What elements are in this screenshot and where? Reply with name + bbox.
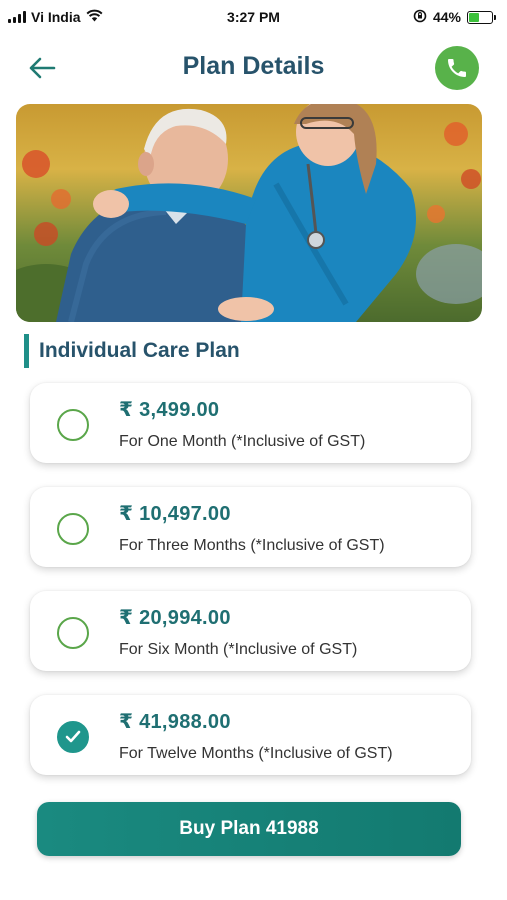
wifi-icon	[86, 9, 103, 25]
plan-price: ₹ 3,499.00	[119, 399, 220, 421]
radio-button[interactable]	[57, 617, 89, 649]
signal-icon	[8, 11, 26, 23]
plan-period: For Six Month (*Inclusive of GST)	[119, 641, 358, 658]
plan-option-six-months[interactable]: ₹ 20,994.00 For Six Month (*Inclusive of…	[30, 591, 471, 671]
phone-icon	[448, 59, 466, 77]
plan-period: For Twelve Months (*Inclusive of GST)	[119, 745, 393, 762]
check-icon	[65, 730, 81, 743]
radio-button[interactable]	[57, 513, 89, 545]
page-title: Plan Details	[182, 52, 325, 80]
plan-option-three-months[interactable]: ₹ 10,497.00 For Three Months (*Inclusive…	[30, 487, 471, 567]
call-button[interactable]	[435, 46, 479, 90]
plan-price: ₹ 41,988.00	[119, 711, 231, 733]
orientation-lock-icon	[413, 9, 427, 26]
plan-price: ₹ 20,994.00	[119, 607, 231, 629]
plan-price: ₹ 10,497.00	[119, 503, 231, 525]
plan-period: For One Month (*Inclusive of GST)	[119, 433, 366, 450]
plan-period: For Three Months (*Inclusive of GST)	[119, 537, 385, 554]
plan-option-one-month[interactable]: ₹ 3,499.00 For One Month (*Inclusive of …	[30, 383, 471, 463]
header: Plan Details	[0, 40, 507, 96]
battery-percent: 44%	[432, 9, 461, 25]
status-right: 44%	[413, 9, 496, 26]
buy-plan-button[interactable]: Buy Plan 41988	[37, 802, 461, 856]
status-left: Vi India	[8, 9, 103, 25]
hero-image	[16, 104, 482, 322]
status-bar: Vi India 3:27 PM 44%	[0, 0, 507, 34]
plan-option-twelve-months[interactable]: ₹ 41,988.00 For Twelve Months (*Inclusiv…	[30, 695, 471, 775]
radio-button[interactable]	[57, 721, 89, 753]
section-title: Individual Care Plan	[24, 334, 240, 368]
battery-charging-icon	[467, 10, 496, 24]
radio-button[interactable]	[57, 409, 89, 441]
carrier-label: Vi India	[31, 9, 81, 25]
